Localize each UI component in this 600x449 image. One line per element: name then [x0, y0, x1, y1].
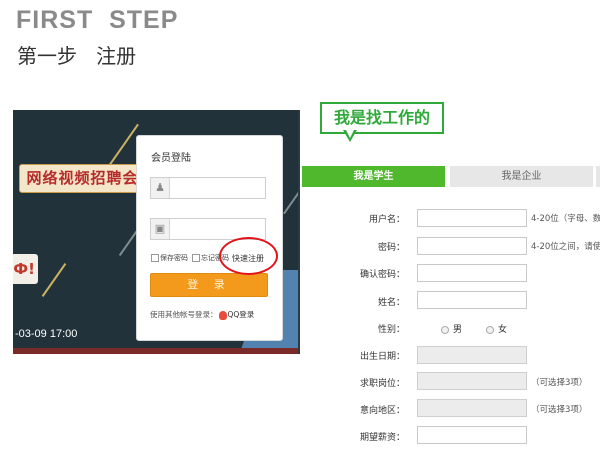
expected-salary-input[interactable]: [417, 426, 527, 444]
other-login-row: 使用其他帐号登录： QQ登录: [150, 309, 254, 320]
job-fair-banner: 网络视频招聘会: [19, 164, 146, 193]
job-position-input[interactable]: [417, 372, 527, 390]
desired-area-input[interactable]: [417, 399, 527, 417]
password-hint: 4-20位之间，请使: [531, 242, 600, 252]
gender-female-label: 女: [498, 325, 508, 335]
confirm-password-label: 确认密码：: [359, 270, 405, 280]
gender-male-radio[interactable]: 男: [441, 322, 462, 335]
password-input[interactable]: [417, 237, 527, 255]
user-icon: ♟: [151, 178, 170, 198]
desired-area-label: 意向地区：: [359, 406, 405, 416]
side-card: Ф!: [13, 254, 38, 284]
password-label: 密码：: [377, 243, 405, 253]
lock-icon: ▣: [151, 219, 170, 239]
qq-login-link[interactable]: QQ登录: [228, 310, 255, 319]
page-title-en: FIRST STEP: [16, 6, 179, 34]
tab-company[interactable]: 我是企业: [450, 166, 593, 187]
birth-date-input[interactable]: [417, 346, 527, 364]
job-position-label: 求职岗位：: [359, 379, 405, 389]
gender-female-radio[interactable]: 女: [486, 322, 507, 335]
name-label: 姓名：: [377, 298, 405, 308]
login-title: 会员登陆: [151, 153, 191, 164]
birth-date-label: 出生日期：: [359, 352, 405, 362]
username-field[interactable]: ♟: [150, 177, 266, 199]
event-date: -03-09 17:00: [15, 328, 78, 340]
tab-extra: [596, 166, 600, 187]
job-seeker-callout: 我是找工作的: [320, 102, 444, 134]
gender-label: 性别：: [377, 325, 405, 335]
username-label: 用户名：: [368, 215, 405, 225]
name-input[interactable]: [417, 291, 527, 309]
job-position-hint: （可选择3项）: [531, 378, 588, 388]
desired-area-hint: （可选择3项）: [531, 405, 588, 415]
username-input[interactable]: [417, 209, 527, 227]
expected-salary-label: 期望薪资：: [359, 433, 405, 443]
remember-password-label: 保存密码: [160, 254, 188, 262]
username-hint: 4-20位（字母、数: [531, 214, 600, 224]
other-login-label: 使用其他帐号登录：: [150, 310, 218, 319]
remember-password-checkbox[interactable]: 保存密码: [151, 253, 188, 263]
qq-icon: [218, 310, 227, 320]
login-page-screenshot: 网络视频招聘会 Ф! -03-09 17:00 会员登陆 ♟ ▣ 保存密码 忘记…: [13, 110, 300, 354]
gender-male-label: 男: [453, 325, 463, 335]
confirm-password-input[interactable]: [417, 264, 527, 282]
callout-pointer-inner: [346, 130, 354, 138]
page-title-cn: 第一步 注册: [17, 44, 137, 68]
tab-student[interactable]: 我是学生: [302, 166, 445, 187]
login-button[interactable]: 登 录: [150, 273, 268, 297]
highlight-circle: [219, 237, 278, 275]
